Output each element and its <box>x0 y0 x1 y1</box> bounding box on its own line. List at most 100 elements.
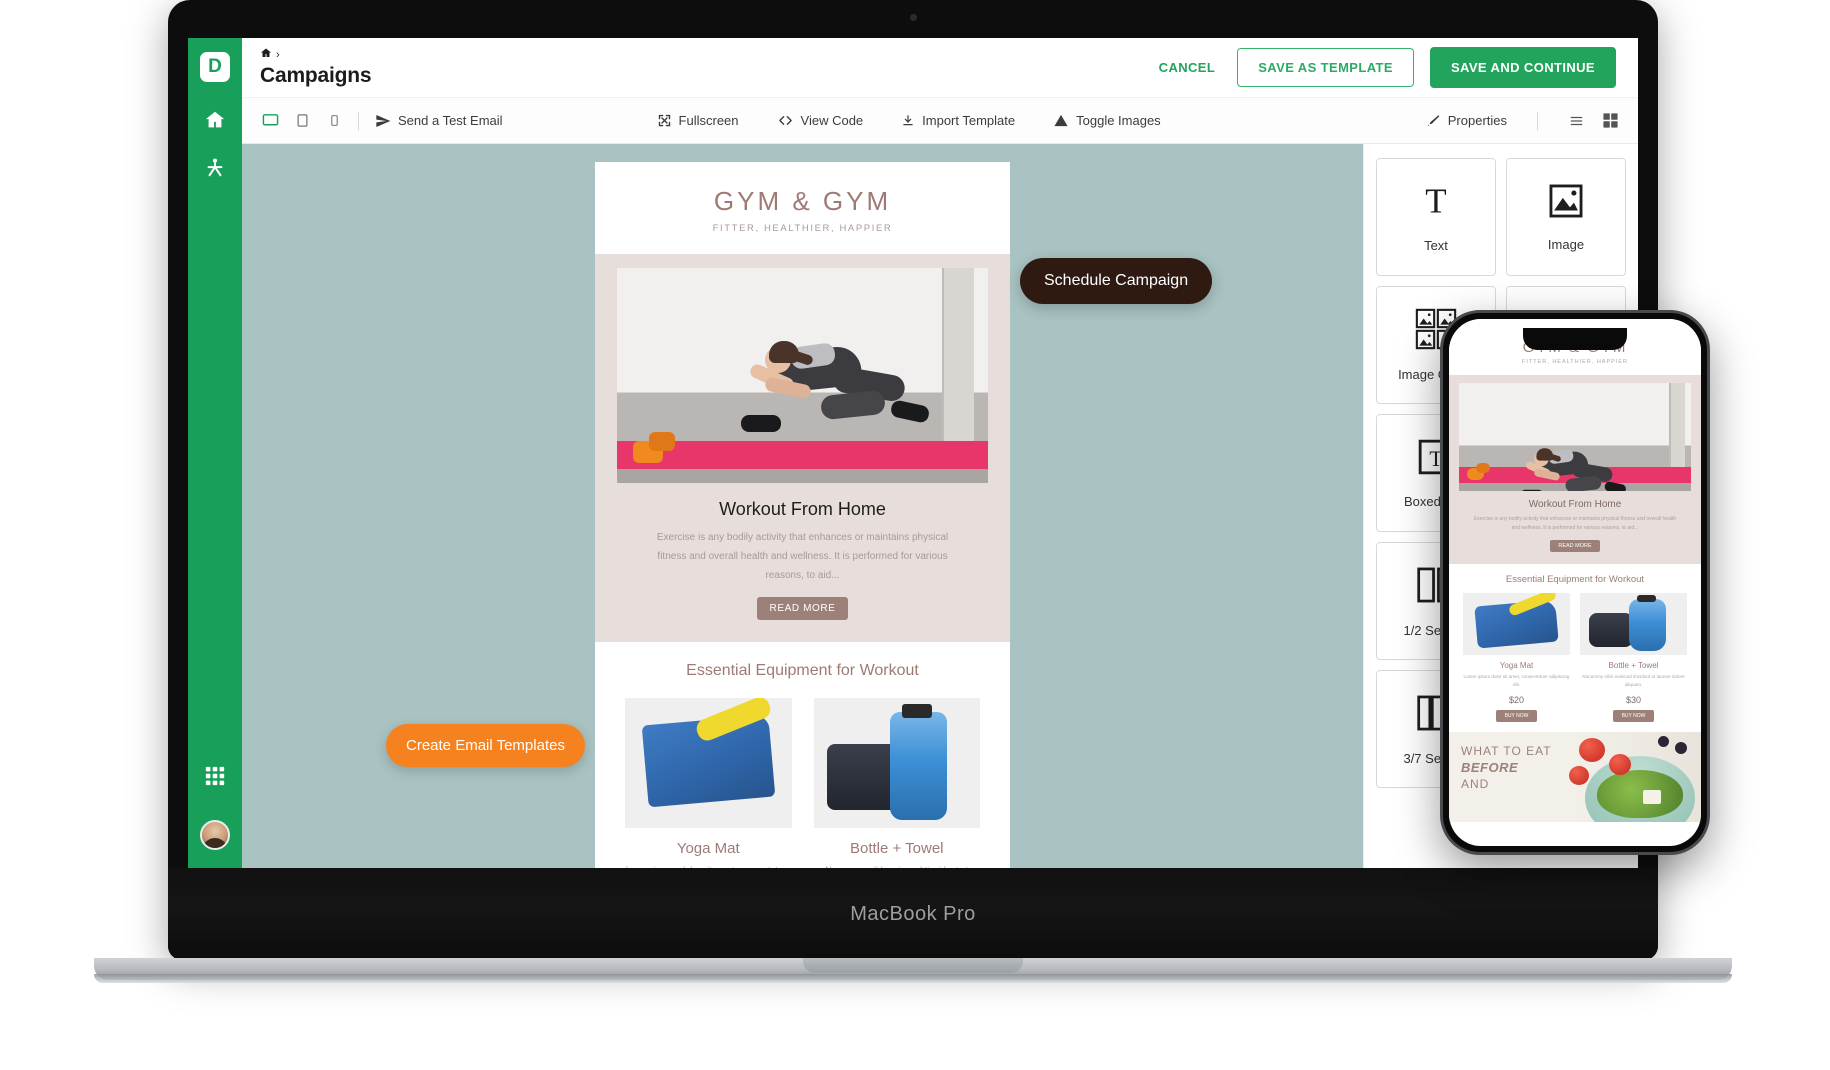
grid-view-icon[interactable] <box>1600 111 1620 131</box>
phone-product-card[interactable]: Bottle + Towel Nonummy nibh euismod tinc… <box>1580 593 1687 722</box>
breadcrumb-separator: › <box>276 48 280 61</box>
main-column: › Campaigns CANCEL SAVE AS TEMPLATE SAVE… <box>242 38 1638 868</box>
email-header-block[interactable]: GYM & GYM FITTER, HEALTHIER, HAPPIER <box>595 162 1010 254</box>
yoga-mat-image[interactable] <box>625 698 792 828</box>
phone-hero-heading: Workout From Home <box>1528 499 1622 510</box>
macbook-device: D › Campaigns CANCEL SAVE AS TEMPLATE SA… <box>94 0 1732 983</box>
import-template-button[interactable]: Import Template <box>899 109 1017 132</box>
bottle-towel-image[interactable] <box>813 698 980 828</box>
product-card[interactable]: Yoga Mat Lorem ipsum dolor sit amet, con… <box>625 698 792 868</box>
food-banner-line3: AND <box>1461 776 1490 791</box>
phone-hero-body: Exercise is any bodily activity that enh… <box>1473 516 1677 531</box>
toggle-images-label: Toggle Images <box>1076 113 1161 128</box>
phone-yoga-mat-image <box>1463 593 1570 655</box>
phone-food-banner-text: WHAT TO EAT BEFORE AND <box>1461 744 1552 791</box>
save-and-continue-button[interactable]: SAVE AND CONTINUE <box>1429 47 1616 88</box>
read-more-button[interactable]: READ MORE <box>756 597 849 620</box>
laptop-brand-label: MacBook Pro <box>850 903 976 925</box>
send-test-email-label: Send a Test Email <box>398 113 503 128</box>
page-header: › Campaigns CANCEL SAVE AS TEMPLATE SAVE… <box>242 38 1638 98</box>
desktop-view-icon[interactable] <box>260 111 280 131</box>
email-hero-block[interactable]: Workout From Home Exercise is any bodily… <box>595 254 1010 642</box>
toolbar-center-group: Fullscreen View Code Import Template Tog… <box>655 109 1163 132</box>
phone-products-row: Yoga Mat Lorem ipsum dolor sit amet, con… <box>1449 585 1701 722</box>
laptop-base-notch <box>803 958 1023 973</box>
phone-product-name: Bottle + Towel <box>1608 661 1659 670</box>
phone-buy-now-button[interactable]: BUY NOW <box>1612 709 1655 722</box>
dumbbell-icon-2 <box>649 432 675 451</box>
phone-screen: GYM & GYM FITTER, HEALTHIER, HAPPIER Wor… <box>1449 319 1701 846</box>
avatar[interactable] <box>200 820 230 850</box>
phone-hero-block: Workout From Home Exercise is any bodily… <box>1449 375 1701 564</box>
laptop-base-shadow <box>94 974 1732 983</box>
email-canvas[interactable]: GYM & GYM FITTER, HEALTHIER, HAPPIER Wor… <box>242 144 1363 868</box>
toolbar-divider <box>358 111 359 130</box>
list-view-icon[interactable] <box>1566 111 1586 131</box>
view-code-label: View Code <box>800 113 864 128</box>
fullscreen-label: Fullscreen <box>678 113 739 128</box>
products-section-heading: Essential Equipment for Workout <box>686 662 919 679</box>
phone-product-name: Yoga Mat <box>1499 661 1534 670</box>
tomato-decor <box>1579 737 1605 762</box>
hero-image[interactable] <box>617 268 988 483</box>
breadcrumb: › Campaigns <box>260 47 372 88</box>
send-test-email-button[interactable]: Send a Test Email <box>373 109 505 133</box>
tomato-decor-2 <box>1609 753 1631 775</box>
phone-bottle-towel-image <box>1580 593 1687 655</box>
email-document[interactable]: GYM & GYM FITTER, HEALTHIER, HAPPIER Wor… <box>595 162 1010 868</box>
block-image[interactable]: Image <box>1506 158 1626 276</box>
hero-person-illustration <box>713 319 931 469</box>
toolbar-divider-2 <box>1537 111 1538 130</box>
hero-heading: Workout From Home <box>719 499 886 519</box>
import-template-label: Import Template <box>922 113 1016 128</box>
editor-toolbar: Send a Test Email Fullscreen View Code I… <box>242 98 1638 144</box>
image-block-icon <box>1547 182 1585 225</box>
tablet-view-icon[interactable] <box>292 111 312 131</box>
phone-product-description: Lorem ipsum dolor sit amet, consectetuer… <box>1463 674 1570 687</box>
cancel-button[interactable]: CANCEL <box>1153 52 1222 83</box>
header-actions: CANCEL SAVE AS TEMPLATE SAVE AND CONTINU… <box>1153 47 1616 88</box>
text-block-icon: T <box>1416 181 1456 226</box>
phone-notch <box>1523 328 1627 350</box>
properties-button[interactable]: Properties <box>1424 109 1509 132</box>
product-name: Yoga Mat <box>676 840 740 857</box>
olive-decor-2 <box>1658 735 1669 747</box>
phone-product-price: $20 <box>1508 694 1525 705</box>
block-label: Text <box>1424 238 1448 253</box>
phone-buy-now-button[interactable]: BUY NOW <box>1495 709 1538 722</box>
laptop-chin: MacBook Pro <box>168 868 1658 960</box>
phone-products-block: Essential Equipment for Workout Yoga Mat… <box>1449 564 1701 722</box>
hero-floor-decor <box>617 469 988 483</box>
home-icon[interactable] <box>195 100 235 140</box>
device-preview-group <box>260 111 344 131</box>
phone-hero-image <box>1459 383 1691 491</box>
phone-product-price: $30 <box>1625 694 1642 705</box>
app-window: D › Campaigns CANCEL SAVE AS TEMPLATE SA… <box>188 38 1638 868</box>
iphone-device: GYM & GYM FITTER, HEALTHIER, HAPPIER Wor… <box>1440 310 1710 855</box>
email-brand: GYM & GYM <box>713 186 892 216</box>
email-products-block[interactable]: Essential Equipment for Workout Yoga Mat… <box>595 642 1010 868</box>
tomato-decor-3 <box>1569 765 1589 785</box>
phone-product-card[interactable]: Yoga Mat Lorem ipsum dolor sit amet, con… <box>1463 593 1570 722</box>
toggle-images-button[interactable]: Toggle Images <box>1051 109 1163 132</box>
phone-products-heading: Essential Equipment for Workout <box>1505 574 1645 585</box>
view-code-button[interactable]: View Code <box>775 109 866 132</box>
app-logo[interactable]: D <box>200 52 230 82</box>
food-banner-line2: BEFORE <box>1461 759 1519 775</box>
schedule-campaign-tooltip: Schedule Campaign <box>1020 258 1213 304</box>
mobile-view-icon[interactable] <box>324 111 344 131</box>
apps-grid-icon[interactable] <box>195 756 235 796</box>
phone-read-more-button[interactable]: READ MORE <box>1550 540 1600 552</box>
lettuce-decor <box>1597 769 1683 818</box>
save-as-template-button[interactable]: SAVE AS TEMPLATE <box>1237 48 1414 87</box>
fullscreen-button[interactable]: Fullscreen <box>655 109 741 132</box>
phone-product-description: Nonummy nibh euismod tincidunt ut laoree… <box>1582 674 1685 687</box>
email-tagline: FITTER, HEALTHIER, HAPPIER <box>712 223 893 234</box>
home-breadcrumb-icon[interactable] <box>260 47 272 62</box>
laptop-screen: D › Campaigns CANCEL SAVE AS TEMPLATE SA… <box>188 38 1638 868</box>
block-text[interactable]: T Text <box>1376 158 1496 276</box>
svg-text:T: T <box>1425 182 1446 221</box>
product-name: Bottle + Towel <box>849 840 944 857</box>
automation-icon[interactable] <box>195 148 235 188</box>
product-card[interactable]: Bottle + Towel Nonummy nibh euismod tinc… <box>813 698 980 868</box>
